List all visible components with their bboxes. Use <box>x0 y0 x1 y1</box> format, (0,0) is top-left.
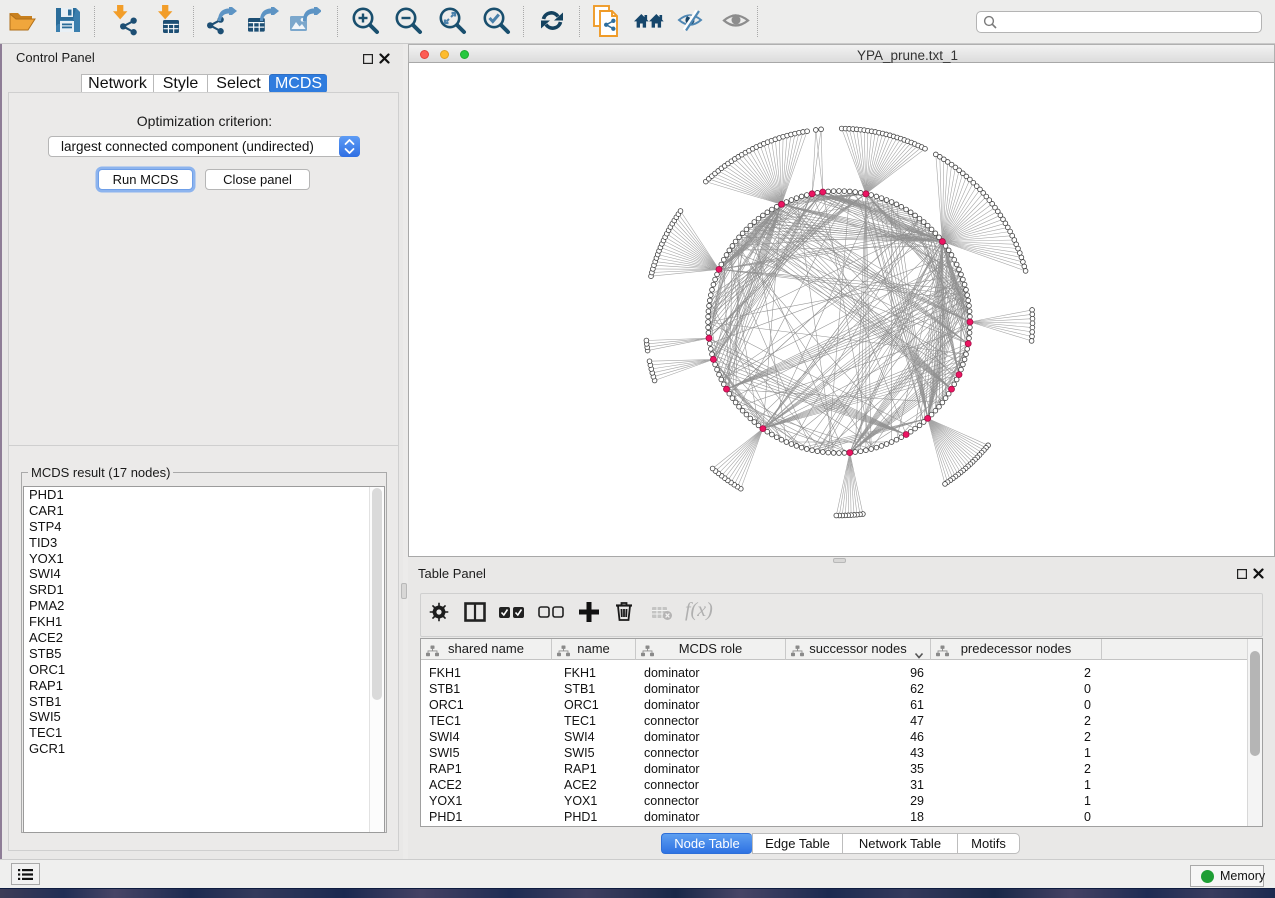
svg-text:f(x): f(x) <box>685 600 713 621</box>
